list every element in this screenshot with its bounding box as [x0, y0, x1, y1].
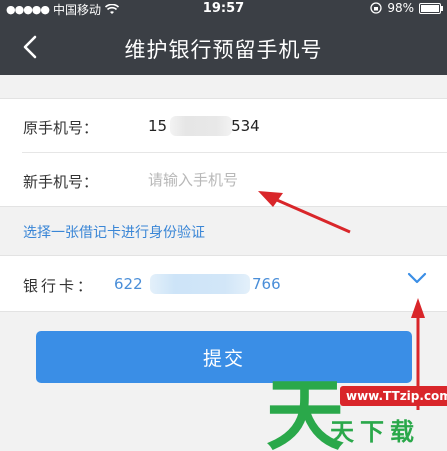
chevron-down-icon [407, 272, 427, 284]
nav-bar: 维护银行预留手机号 [0, 18, 447, 75]
verify-debit-card-link[interactable]: 选择一张借记卡进行身份验证 [23, 222, 205, 242]
original-phone-end: 534 [231, 117, 260, 135]
watermark-text: 天下载 [330, 418, 420, 446]
bank-card-label: 银行卡： [23, 277, 96, 295]
new-phone-row: 新手机号： [0, 153, 447, 206]
watermark-site: www.TTzip.com [340, 386, 447, 406]
battery-percent: 98% [387, 1, 414, 15]
masked-region [150, 274, 250, 294]
battery-icon [419, 2, 443, 14]
new-phone-input[interactable] [148, 167, 408, 193]
new-phone-label: 新手机号： [23, 173, 99, 191]
page-title: 维护银行预留手机号 [124, 38, 323, 62]
bank-card-number-start: 622 [114, 275, 143, 293]
status-right: 98% [370, 1, 443, 15]
phone-form: 原手机号： 15 534 新手机号： [0, 98, 447, 207]
original-phone-start: 15 [148, 117, 168, 135]
status-bar: ●●●●● 中国移动 19:57 98% [0, 0, 447, 18]
masked-region [170, 116, 232, 136]
original-phone-row: 原手机号： 15 534 [0, 99, 447, 153]
bank-card-number-end: 766 [252, 275, 281, 293]
bank-card-row[interactable]: 银行卡： 622 766 [0, 255, 447, 312]
rotation-lock-icon [370, 2, 382, 14]
original-phone-label: 原手机号： [23, 119, 99, 137]
bank-card-dropdown-button[interactable] [405, 270, 429, 286]
